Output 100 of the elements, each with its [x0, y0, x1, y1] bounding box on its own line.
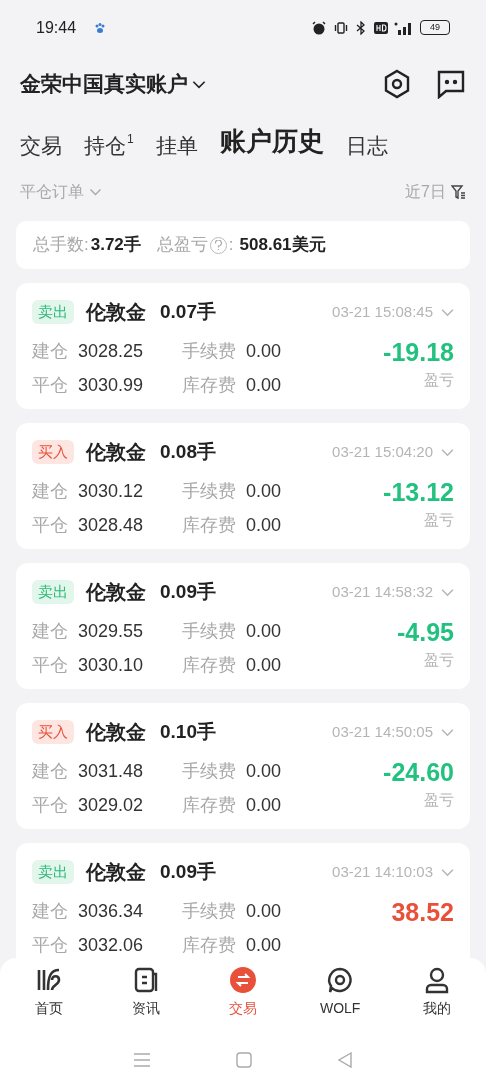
chevron-icon — [441, 447, 454, 457]
paw-icon — [94, 21, 107, 34]
swap-value: 0.00 — [246, 654, 282, 677]
profit-loss-label: 盈亏 — [424, 510, 454, 530]
account-title[interactable]: 金荣中国真实账户 — [20, 68, 188, 100]
fee-label: 手续费 — [182, 620, 236, 643]
signal-icon — [394, 20, 414, 35]
tab[interactable]: 账户历史 — [219, 122, 324, 161]
dropdown-icon — [192, 79, 206, 89]
fee-label: 手续费 — [182, 760, 236, 783]
close-price: 3029.02 — [78, 794, 145, 817]
side-tag: 买入 — [32, 719, 74, 745]
symbol-name: 伦敦金 — [86, 720, 146, 745]
open-price: 3031.48 — [78, 760, 145, 783]
status-time: 19:44 — [36, 17, 77, 38]
order-card[interactable]: 买入 伦敦金 0.08手 03-21 15:04:20 建仓 3030.12 平仓 3028.48 手续费 0.00 库存费 0.00 -13.12 盈亏 — [16, 423, 470, 549]
close-label: 平仓 — [32, 794, 68, 817]
nav-item[interactable]: 我的 — [388, 966, 486, 1019]
swap-value: 0.00 — [246, 934, 282, 957]
close-price: 3030.99 — [78, 374, 145, 397]
close-price: 3028.48 — [78, 514, 145, 537]
lot-size: 0.08手 — [160, 439, 216, 464]
swap-value: 0.00 — [246, 514, 282, 537]
nav-item[interactable]: WOLF — [291, 966, 389, 1019]
filter-icon[interactable] — [451, 184, 466, 200]
side-tag: 卖出 — [32, 299, 74, 325]
swap-value: 0.00 — [246, 374, 282, 397]
chevron-icon — [441, 587, 454, 597]
total-lots: 3.72手 — [90, 234, 141, 257]
chat-icon — [326, 966, 355, 994]
profit-loss: 38.52 — [391, 897, 454, 928]
open-label: 建仓 — [32, 480, 68, 503]
symbol-name: 伦敦金 — [86, 580, 146, 605]
swap-label: 库存费 — [182, 374, 236, 397]
fee-label: 手续费 — [182, 900, 236, 923]
order-card[interactable]: 卖出 伦敦金 0.09手 03-21 14:10:03 建仓 3036.34 平仓 3032.06 手续费 0.00 库存费 0.00 38.52 — [16, 843, 470, 960]
side-tag: 卖出 — [32, 579, 74, 605]
symbol-name: 伦敦金 — [86, 300, 146, 325]
lot-size: 0.09手 — [160, 579, 216, 604]
lot-size: 0.10手 — [160, 719, 216, 744]
close-label: 平仓 — [32, 654, 68, 677]
open-label: 建仓 — [32, 760, 68, 783]
chevron-icon — [441, 727, 454, 737]
home-icon[interactable] — [236, 1052, 252, 1068]
close-label: 平仓 — [32, 374, 68, 397]
tab[interactable]: 日志 — [345, 129, 388, 161]
order-time: 03-21 14:58:32 — [332, 581, 433, 602]
order-time: 03-21 15:04:20 — [332, 441, 433, 462]
alarm-icon — [312, 20, 326, 35]
tab[interactable]: 交易 — [20, 129, 62, 161]
fee-value: 0.00 — [246, 480, 282, 503]
open-price: 3029.55 — [78, 620, 145, 643]
order-time: 03-21 15:08:45 — [332, 301, 433, 322]
menu-icon[interactable] — [132, 1053, 151, 1067]
profit-loss-label: 盈亏 — [424, 650, 454, 670]
swap-label: 库存费 — [182, 514, 236, 537]
settings-icon[interactable] — [382, 69, 412, 99]
nav-item[interactable]: 首页 — [0, 966, 98, 1019]
lots-label: 总手数: — [33, 234, 89, 257]
fee-value: 0.00 — [246, 760, 282, 783]
profit-loss-label: 盈亏 — [424, 790, 454, 810]
chevron-icon — [441, 867, 454, 877]
swap-label: 库存费 — [182, 934, 236, 957]
close-label: 平仓 — [32, 934, 68, 957]
open-price: 3028.25 — [78, 340, 145, 363]
nav-item[interactable]: 交易 — [194, 966, 292, 1019]
bluetooth-icon — [356, 20, 366, 35]
pnl-label: 总盈亏 — [156, 234, 208, 257]
open-price: 3030.12 — [78, 480, 145, 503]
symbol-name: 伦敦金 — [86, 440, 146, 465]
profit-loss: -4.95 — [397, 617, 454, 648]
profit-loss: -24.60 — [383, 757, 454, 788]
battery-icon: 49 — [420, 20, 450, 35]
fee-value: 0.00 — [246, 620, 282, 643]
exchange-icon — [229, 966, 257, 994]
swap-label: 库存费 — [182, 794, 236, 817]
fee-label: 手续费 — [182, 340, 236, 363]
lot-size: 0.09手 — [160, 859, 216, 884]
fee-label: 手续费 — [182, 480, 236, 503]
close-price: 3030.10 — [78, 654, 145, 677]
close-label: 平仓 — [32, 514, 68, 537]
symbol-name: 伦敦金 — [86, 860, 146, 885]
order-card[interactable]: 卖出 伦敦金 0.09手 03-21 14:58:32 建仓 3029.55 平仓 3030.10 手续费 0.00 库存费 0.00 -4.95 盈亏 — [16, 563, 470, 689]
order-card[interactable]: 卖出 伦敦金 0.07手 03-21 15:08:45 建仓 3028.25 平仓 3030.99 手续费 0.00 库存费 0.00 -19.18 盈亏 — [16, 283, 470, 409]
close-price: 3032.06 — [78, 934, 145, 957]
hd-icon — [374, 21, 388, 34]
open-label: 建仓 — [32, 620, 68, 643]
chevron-icon — [441, 307, 454, 317]
profit-loss: -19.18 — [383, 337, 454, 368]
tab[interactable]: 挂单 — [155, 129, 198, 161]
message-icon[interactable] — [436, 69, 466, 99]
lot-size: 0.07手 — [160, 299, 216, 324]
order-card[interactable]: 买入 伦敦金 0.10手 03-21 14:50:05 建仓 3031.48 平仓 3029.02 手续费 0.00 库存费 0.00 -24.60 盈亏 — [16, 703, 470, 829]
pnl-separator: : — [228, 234, 234, 257]
side-tag: 买入 — [32, 439, 74, 465]
back-icon[interactable] — [337, 1052, 354, 1068]
nav-item[interactable]: 资讯 — [97, 966, 195, 1019]
tab-superscript: 1 — [127, 130, 134, 148]
fee-value: 0.00 — [246, 340, 282, 363]
open-price: 3036.34 — [78, 900, 145, 923]
